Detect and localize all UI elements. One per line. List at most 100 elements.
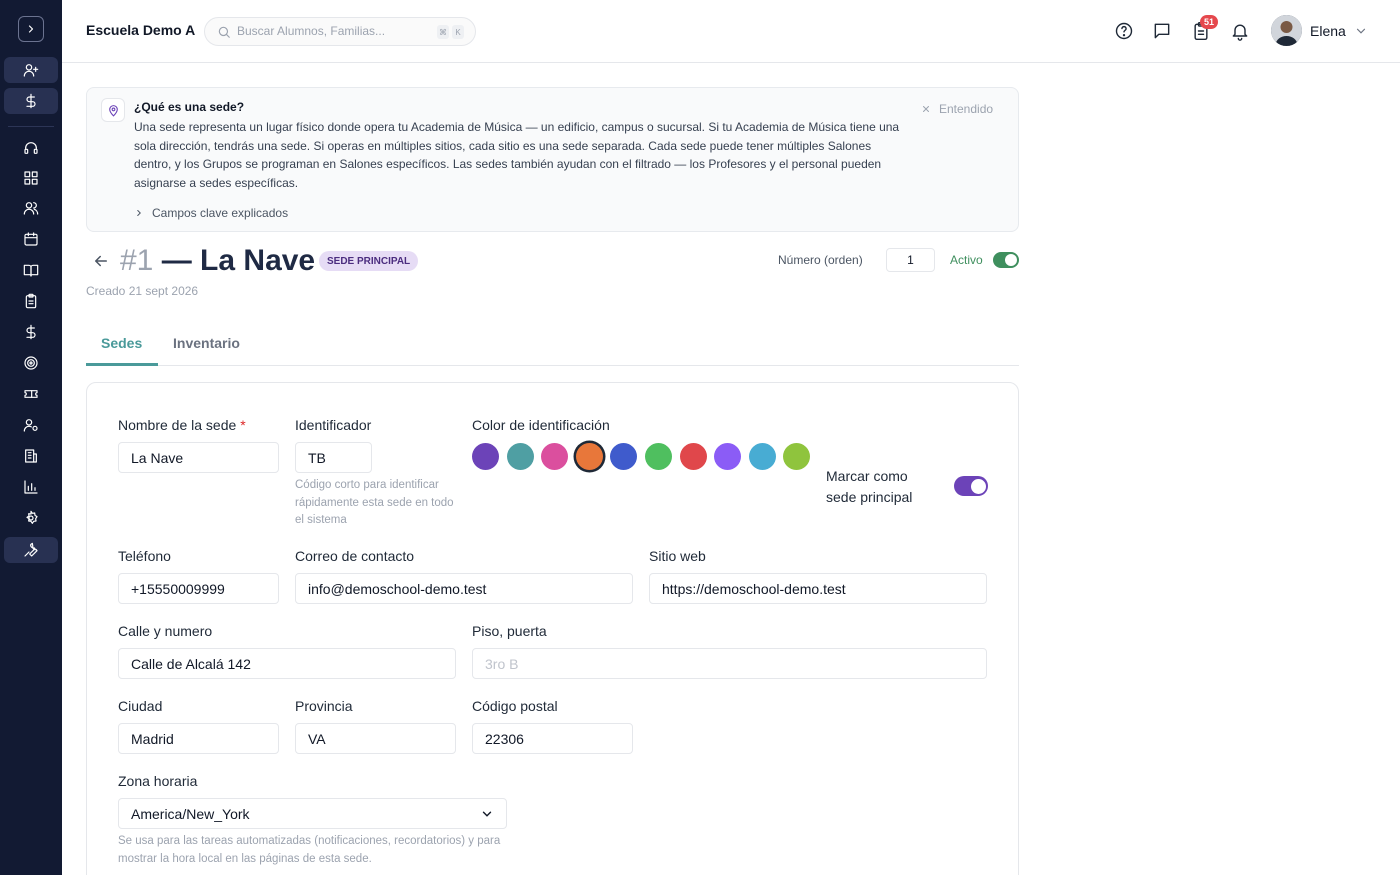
active-label: Activo [950,253,983,267]
avatar[interactable] [1271,15,1302,46]
sidebar-item-people[interactable] [4,195,58,221]
color-swatch[interactable] [645,443,672,470]
sidebar-item-tools[interactable] [4,537,58,563]
color-swatch[interactable] [610,443,638,470]
grid-icon [24,171,38,185]
wrench-icon [24,542,38,557]
required-marker: * [240,417,246,433]
province-label: Provincia [295,698,353,714]
color-swatch[interactable] [472,443,499,470]
sidebar-item-courses[interactable] [4,257,58,283]
sidebar-divider [8,126,54,127]
color-label: Color de identificación [472,417,610,433]
chevron-right-icon [137,210,141,216]
sidebar-item-billing[interactable] [4,319,58,345]
key-fields-label: Campos clave explicados [152,206,289,220]
sidebar-item-add-student[interactable] [4,57,58,83]
postal-label: Código postal [472,698,558,714]
sidebar-item-calendar[interactable] [4,226,58,252]
messages-button[interactable] [1152,21,1172,41]
kbd-cmd: ⌘ [437,25,449,39]
key-fields-toggle[interactable]: Campos clave explicados [134,206,288,220]
timezone-label: Zona horaria [118,773,198,789]
identifier-label: Identificador [295,417,372,433]
color-swatch[interactable] [679,443,707,470]
province-input[interactable] [295,723,456,754]
timezone-hint: Se usa para las tareas automatizadas (no… [118,835,501,865]
street-input[interactable] [118,648,456,679]
calendar-icon [24,232,38,246]
name-input[interactable] [118,442,279,473]
phone-input[interactable] [118,573,279,604]
dollar-icon [26,324,36,340]
user-plus-icon [23,64,39,77]
map-pin-icon [108,104,118,117]
location-number: #1 [120,244,154,277]
sidebar-item-reports[interactable] [4,474,58,500]
email-label: Correo de contacto [295,548,415,564]
headset-icon [24,142,38,154]
map-pin-badge [101,98,125,122]
timezone-select[interactable]: America/New_York [118,798,507,829]
message-square-icon [1154,23,1170,39]
identifier-hint: Código corto para identificar rápidament… [295,479,454,526]
info-title: ¿Qué es una sede? [134,100,245,114]
bar-chart-icon [24,480,38,494]
top-header: Escuela Demo A ⌘ K 51 Elena [62,0,1400,63]
sidebar-item-staff[interactable] [4,412,58,438]
user-cog-icon [23,419,38,432]
gear-icon [26,510,38,524]
city-input[interactable] [118,723,279,754]
dismiss-label: Entendido [939,102,994,116]
tabs: Sedes Inventario [86,322,1019,366]
website-label: Sitio web [649,548,706,564]
principal-toggle[interactable] [954,476,988,496]
postal-input[interactable] [472,723,633,754]
user-name[interactable]: Elena [1310,23,1346,39]
dollar-icon [26,93,36,109]
search-input[interactable] [237,24,427,38]
sidebar-item-tickets[interactable] [4,381,58,407]
identifier-input[interactable] [295,442,372,473]
close-icon [923,106,929,112]
order-input[interactable] [886,248,935,272]
sidebar-item-dashboard[interactable] [4,165,58,191]
toggle-knob [971,478,986,494]
sidebar-item-payments[interactable] [4,88,58,114]
help-button[interactable] [1114,21,1134,41]
page-title: #1 — La Nave [120,244,315,278]
location-form: Nombre de la sede * Identificador Código… [86,382,1019,875]
sidebar-expand-button[interactable] [18,16,44,42]
sidebar-item-settings[interactable] [4,505,58,531]
floor-input[interactable] [472,648,987,679]
color-swatch[interactable] [783,443,811,470]
name-label: Nombre de la sede * [118,417,246,433]
toggle-knob [1005,254,1017,266]
website-input[interactable] [649,573,987,604]
tab-sedes[interactable]: Sedes [101,335,142,351]
back-arrow-icon[interactable] [92,252,110,270]
active-tab-indicator [86,363,158,366]
ticket-icon [24,390,38,398]
chevron-right-icon [28,25,34,33]
chevron-down-icon[interactable] [1354,24,1368,38]
sidebar-item-attendance[interactable] [4,288,58,314]
color-swatch[interactable] [748,443,776,470]
chevron-down-icon [482,811,492,817]
color-swatch[interactable] [506,443,534,470]
notifications-button[interactable] [1230,21,1250,41]
tasks-count-badge: 51 [1200,15,1219,29]
color-swatch[interactable] [575,443,603,470]
tab-inventario[interactable]: Inventario [173,335,240,351]
sidebar-item-goals[interactable] [4,350,58,376]
phone-label: Teléfono [118,548,171,564]
search-box[interactable]: ⌘ K [204,17,476,46]
user-photo-icon [1271,15,1302,46]
sidebar-item-support[interactable] [4,135,58,161]
sidebar-item-locations[interactable] [4,443,58,469]
email-input[interactable] [295,573,633,604]
color-swatch[interactable] [541,443,569,470]
dismiss-button[interactable]: Entendido [921,102,993,116]
active-toggle[interactable] [993,252,1019,268]
color-swatch[interactable] [714,443,742,470]
